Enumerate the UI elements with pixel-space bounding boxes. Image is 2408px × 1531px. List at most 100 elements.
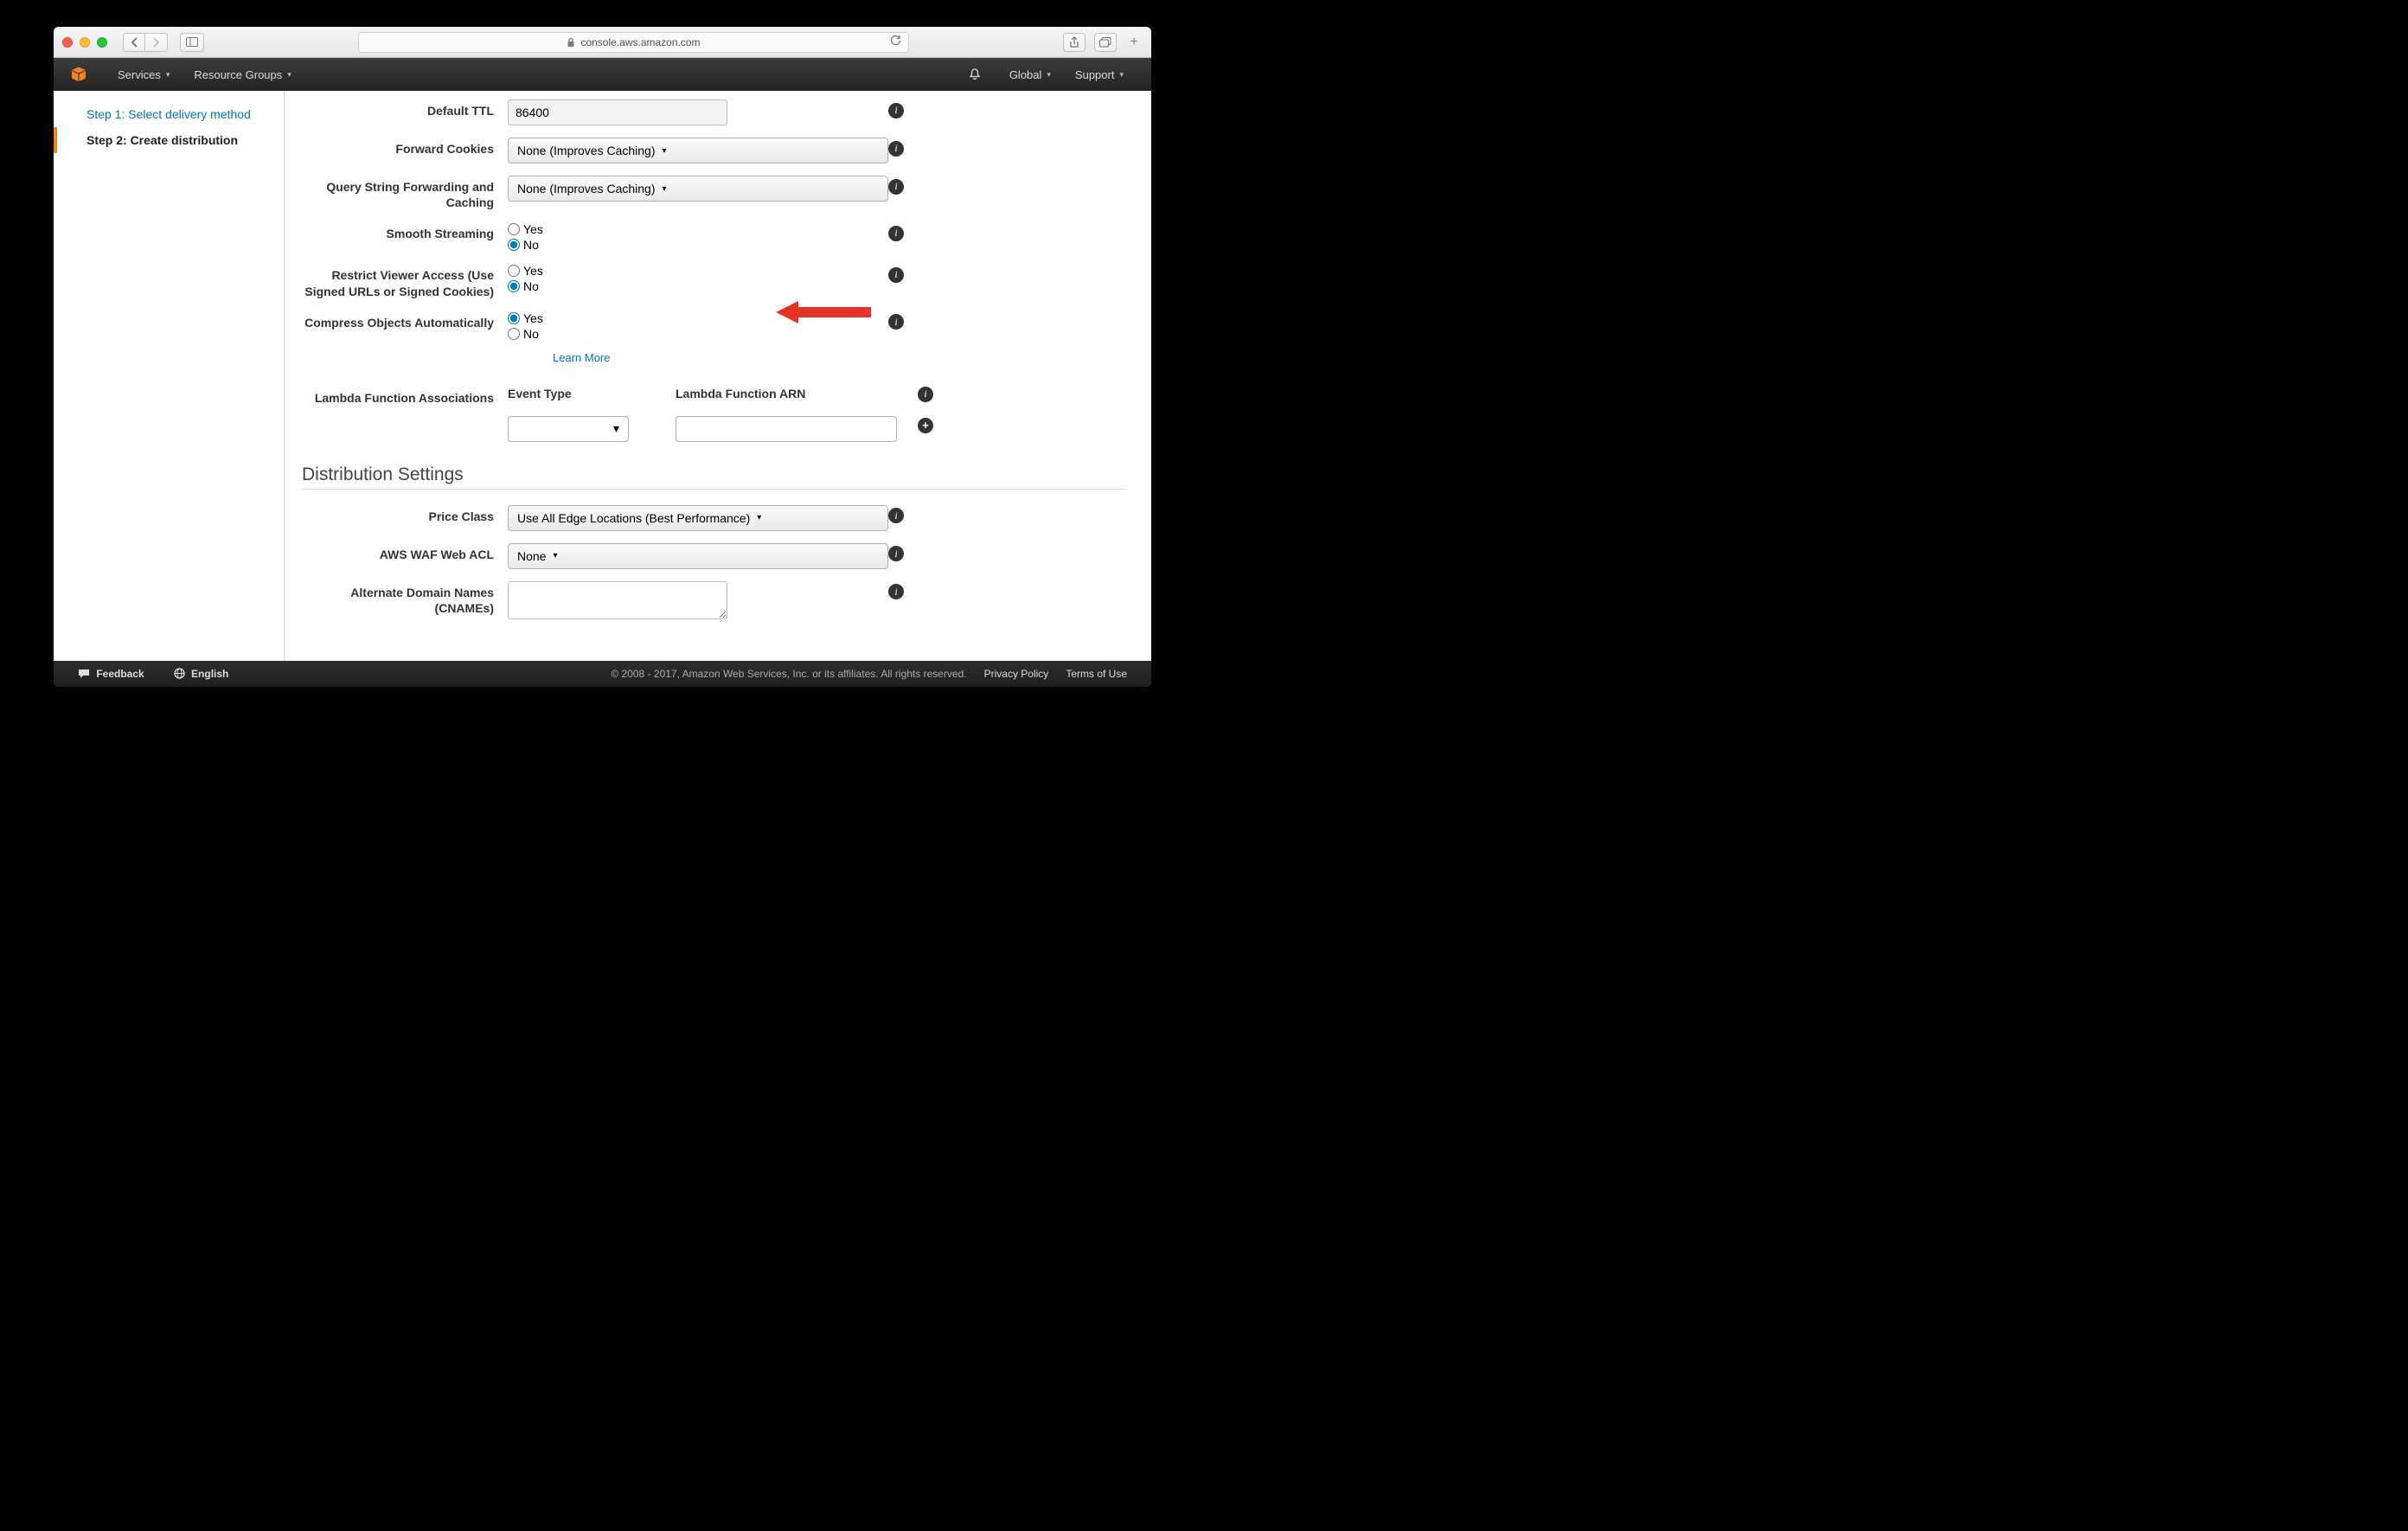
chevron-down-icon: ▾ [287,70,291,80]
radio-no-label: No [523,279,539,293]
step-2-link[interactable]: Step 2: Create distribution [54,127,284,153]
waf-value: None [517,549,546,563]
info-icon[interactable]: i [888,546,904,561]
compress-objects-label: Compress Objects Automatically [302,311,508,330]
sidebar-icon [186,37,198,47]
info-icon[interactable]: i [888,584,904,599]
privacy-policy-link[interactable]: Privacy Policy [976,668,1058,680]
toolbar-right: + [1063,33,1143,52]
step-1-link[interactable]: Step 1: Select delivery method [54,101,284,127]
restrict-viewer-row: Restrict Viewer Access (Use Signed URLs … [302,264,1125,298]
info-icon[interactable]: i [888,141,904,157]
waf-label: AWS WAF Web ACL [302,543,508,562]
tabs-icon [1099,37,1111,48]
waf-select[interactable]: None ▾ [508,543,888,569]
restrict-viewer-label: Restrict Viewer Access (Use Signed URLs … [302,264,508,298]
lambda-event-type-select[interactable]: ▾ [508,416,629,442]
smooth-streaming-row: Smooth Streaming Yes No i [302,222,1125,252]
feedback-link[interactable]: Feedback [69,668,153,680]
query-string-row: Query String Forwarding and Caching None… [302,176,1125,210]
bell-icon [968,67,982,81]
show-sidebar-button[interactable] [180,33,204,52]
add-lambda-button[interactable]: + [918,418,933,433]
default-ttl-row: Default TTL i [302,99,1125,125]
info-icon[interactable]: i [888,179,904,195]
forward-cookies-row: Forward Cookies None (Improves Caching) … [302,138,1125,163]
show-tabs-button[interactable] [1094,33,1117,52]
info-icon[interactable]: i [888,103,904,119]
info-icon[interactable]: i [888,226,904,241]
back-button[interactable] [123,33,145,52]
chevron-down-icon: ▾ [613,421,619,436]
learn-more-link[interactable]: Learn More [553,351,888,364]
wizard-steps-nav: Step 1: Select delivery method Step 2: C… [54,91,285,661]
nav-buttons [123,33,168,52]
radio-yes-label: Yes [523,222,543,236]
chevron-down-icon: ▾ [757,513,761,522]
globe-icon [174,668,185,679]
copyright-text: © 2008 - 2017, Amazon Web Services, Inc.… [611,668,966,680]
reload-icon [890,35,901,47]
price-class-row: Price Class Use All Edge Locations (Best… [302,505,1125,531]
chevron-left-icon [131,37,138,48]
notifications-button[interactable] [956,67,994,81]
info-icon[interactable]: i [888,267,904,283]
maximize-window-button[interactable] [97,37,107,48]
restrict-viewer-yes[interactable]: Yes [508,264,888,278]
minimize-window-button[interactable] [80,37,90,48]
browser-window: console.aws.amazon.com + Services ▾ Reso… [54,27,1151,687]
info-icon[interactable]: i [888,508,904,523]
address-bar[interactable]: console.aws.amazon.com [358,32,909,53]
aws-footer: Feedback English © 2008 - 2017, Amazon W… [54,661,1151,687]
close-window-button[interactable] [62,37,73,48]
forward-button[interactable] [145,33,168,52]
language-selector[interactable]: English [165,668,238,680]
price-class-value: Use All Edge Locations (Best Performance… [517,511,750,525]
share-button[interactable] [1063,33,1086,52]
language-label: English [191,668,228,680]
chevron-down-icon: ▾ [1119,70,1124,80]
smooth-streaming-no[interactable]: No [508,238,888,252]
services-label: Services [118,68,161,81]
query-string-value: None (Improves Caching) [517,182,656,195]
new-tab-button[interactable]: + [1125,34,1143,51]
smooth-streaming-label: Smooth Streaming [302,222,508,241]
resource-groups-menu[interactable]: Resource Groups ▾ [182,68,303,81]
radio-yes-label: Yes [523,264,543,278]
lambda-label: Lambda Function Associations [302,387,508,406]
reload-button[interactable] [890,35,901,49]
cnames-row: Alternate Domain Names (CNAMEs) i [302,581,1125,619]
terms-of-use-link[interactable]: Terms of Use [1057,668,1136,680]
info-icon[interactable]: i [888,314,904,330]
aws-top-nav: Services ▾ Resource Groups ▾ Global ▾ Su… [54,58,1151,91]
aws-logo-icon[interactable] [69,65,88,84]
info-icon[interactable]: i [918,387,933,402]
smooth-streaming-yes[interactable]: Yes [508,222,888,236]
cnames-label: Alternate Domain Names (CNAMEs) [302,581,508,616]
url-text: console.aws.amazon.com [580,36,700,48]
chevron-down-icon: ▾ [663,184,667,194]
support-menu[interactable]: Support ▾ [1063,68,1136,81]
chevron-down-icon: ▾ [553,551,557,561]
price-class-select[interactable]: Use All Edge Locations (Best Performance… [508,505,888,531]
lambda-arn-input[interactable] [676,416,897,442]
forward-cookies-select[interactable]: None (Improves Caching) ▾ [508,138,888,163]
window-controls [62,37,107,48]
chevron-down-icon: ▾ [1047,70,1051,80]
services-menu[interactable]: Services ▾ [106,68,182,81]
lock-icon [567,37,575,48]
forward-cookies-label: Forward Cookies [302,138,508,157]
query-string-select[interactable]: None (Improves Caching) ▾ [508,176,888,202]
content-area: Step 1: Select delivery method Step 2: C… [54,91,1151,661]
cnames-input[interactable] [508,581,727,619]
distribution-settings-heading: Distribution Settings [302,464,1125,490]
chevron-right-icon [152,37,160,48]
restrict-viewer-no[interactable]: No [508,279,888,293]
radio-no-label: No [523,238,539,252]
default-ttl-input[interactable] [508,99,727,125]
compress-objects-no[interactable]: No [508,327,888,341]
region-menu[interactable]: Global ▾ [997,68,1063,81]
default-ttl-label: Default TTL [302,99,508,119]
price-class-label: Price Class [302,505,508,524]
chevron-down-icon: ▾ [166,70,170,80]
